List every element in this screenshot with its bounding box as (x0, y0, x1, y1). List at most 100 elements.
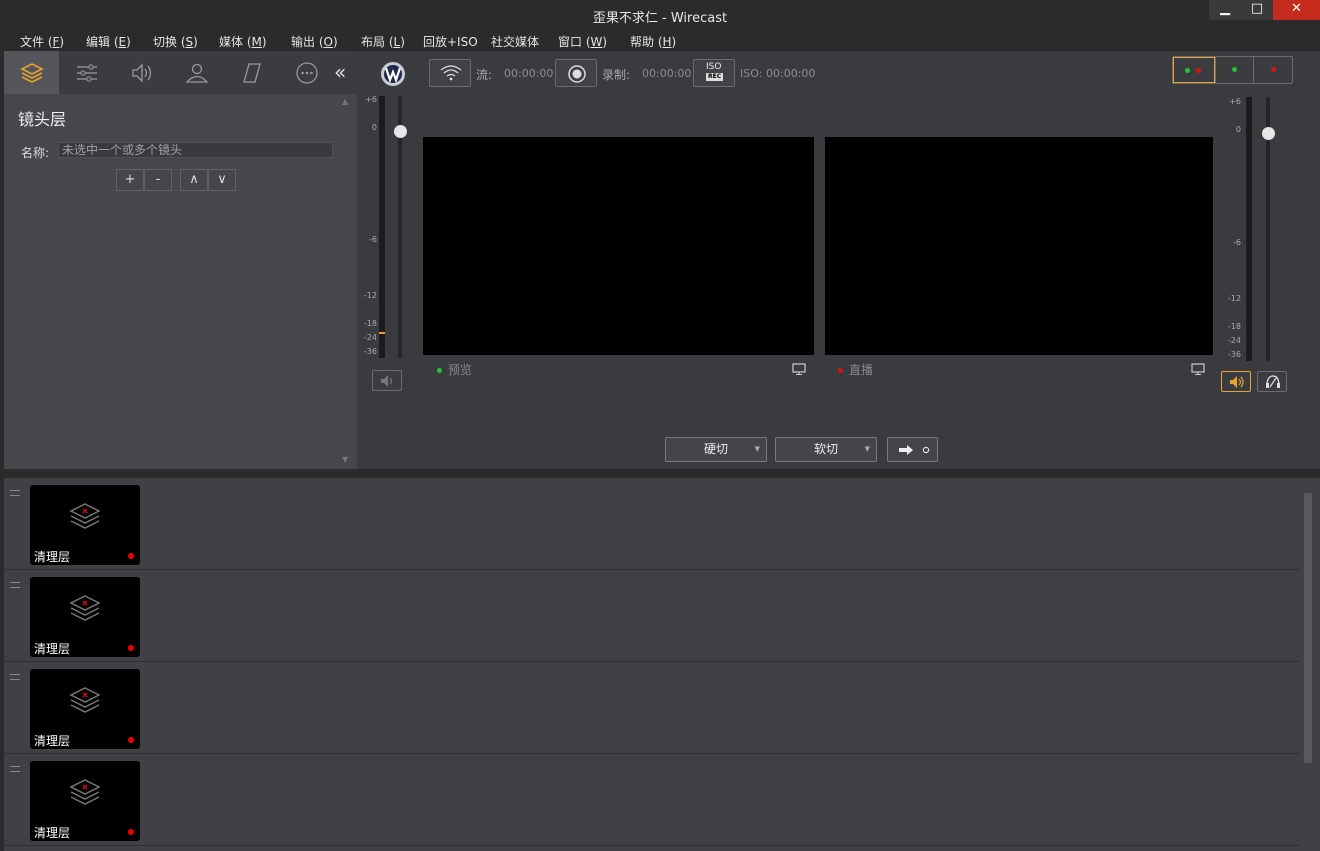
drag-handle-icon[interactable] (10, 490, 20, 496)
live-indicator-dot (128, 645, 134, 651)
meter-tick: 0 (1235, 125, 1241, 134)
minimize-button[interactable]: ▁ (1209, 0, 1241, 20)
status-preview-live[interactable] (1173, 57, 1215, 83)
preview-screen[interactable] (423, 137, 814, 355)
monitor-icon[interactable] (1191, 363, 1205, 375)
shot-thumbnail[interactable]: 清理层 (30, 761, 140, 841)
tab-person[interactable] (169, 51, 224, 94)
status-live[interactable] (1254, 57, 1292, 83)
clear-layer-icon (69, 779, 101, 805)
iso-icon-text: ISO (706, 62, 722, 72)
collapse-panel-button[interactable]: « (334, 60, 346, 84)
menu-window[interactable]: 窗口 (W) (558, 33, 607, 50)
move-up-button[interactable]: ∧ (180, 169, 208, 191)
meter-tick: 0 (371, 123, 377, 132)
chevron-down-icon[interactable]: ▼ (865, 438, 870, 460)
soft-cut-button[interactable]: 软切 ▼ (775, 437, 877, 462)
iso-time: 00:00:00 (766, 67, 816, 80)
preview-label: 预览 (437, 361, 472, 378)
shot-thumbnail[interactable]: 清理层 (30, 669, 140, 749)
menu-replay-iso[interactable]: 回放+ISO (423, 33, 478, 50)
menu-edit[interactable]: 编辑 (E) (86, 33, 131, 50)
shot-label: 清理层 (34, 642, 71, 656)
layers-icon (19, 62, 44, 83)
more-icon (295, 61, 318, 84)
audio-icon (131, 62, 151, 83)
meter-tick: -18 (363, 319, 377, 328)
name-field[interactable]: 未选中一个或多个镜头 (58, 142, 333, 158)
shot-label: 清理层 (34, 734, 71, 748)
program-volume-knob[interactable] (1262, 127, 1275, 140)
drag-handle-icon[interactable] (10, 582, 20, 588)
meter-tick: -36 (363, 347, 377, 356)
stream-button[interactable] (429, 59, 471, 87)
menu-social-media[interactable]: 社交媒体 (491, 33, 539, 50)
audio-meter-right (1246, 97, 1252, 361)
tab-sliders[interactable] (59, 51, 114, 94)
hard-cut-button[interactable]: 硬切 ▼ (665, 437, 767, 462)
status-dot-red (1196, 68, 1201, 73)
scroll-down-icon[interactable]: ▼ (342, 455, 348, 464)
layer-row: 清理层 (4, 478, 1300, 570)
status-preview[interactable] (1215, 57, 1254, 83)
shot-label: 清理层 (34, 826, 71, 840)
program-audio-button[interactable] (1221, 371, 1251, 392)
parallelogram-icon (242, 62, 261, 83)
drag-handle-icon[interactable] (10, 674, 20, 680)
tab-transform[interactable] (224, 51, 279, 94)
meter-tick: -6 (1233, 238, 1241, 247)
maximize-button[interactable]: □ (1241, 0, 1273, 20)
monitor-icon[interactable] (792, 363, 806, 375)
meter-tick: -18 (1227, 322, 1241, 331)
menu-layout[interactable]: 布局 (L) (361, 33, 405, 50)
arrow-right-icon (899, 445, 930, 455)
headphone-monitor-button[interactable] (1257, 371, 1287, 392)
move-down-button[interactable]: ∨ (208, 169, 236, 191)
go-transition-button[interactable] (887, 437, 938, 462)
tab-layers[interactable] (4, 51, 59, 94)
live-dot (838, 368, 843, 373)
audio-meter-left (379, 96, 385, 358)
meter-tick: -24 (1227, 336, 1241, 345)
shot-thumbnail[interactable]: 清理层 (30, 577, 140, 657)
menu-switch[interactable]: 切换 (S) (153, 33, 198, 50)
tab-audio[interactable] (114, 51, 169, 94)
close-button[interactable]: ✕ (1273, 0, 1320, 20)
meter-tick: -12 (363, 291, 377, 300)
meter-tick: -36 (1227, 350, 1241, 359)
tab-more[interactable] (279, 51, 334, 94)
layer-row: 清理层 (4, 570, 1300, 662)
scroll-up-icon[interactable]: ▲ (342, 97, 348, 106)
vertical-scrollbar[interactable] (1304, 493, 1312, 763)
live-screen[interactable] (825, 137, 1213, 355)
meter-tick: -6 (369, 235, 377, 244)
menu-output[interactable]: 输出 (O) (291, 33, 338, 50)
drag-handle-icon[interactable] (10, 766, 20, 772)
clear-layer-icon (69, 687, 101, 713)
clear-layer-icon (69, 503, 101, 529)
iso-record-button[interactable]: ISO REC (693, 59, 735, 87)
menu-media[interactable]: 媒体 (M) (219, 33, 267, 50)
preview-volume-knob[interactable] (394, 125, 407, 138)
status-dot-green (1232, 67, 1237, 72)
window-title: 歪果不求仁 - Wirecast (592, 11, 728, 26)
preview-dot (437, 368, 442, 373)
add-layer-button[interactable]: + (116, 169, 144, 191)
shot-label: 清理层 (34, 550, 71, 564)
preview-audio-button[interactable] (372, 370, 402, 391)
meter-tick: -24 (363, 333, 377, 342)
iso-rec-badge: REC (706, 73, 724, 81)
record-button[interactable] (555, 59, 597, 87)
remove-layer-button[interactable]: - (144, 169, 172, 191)
record-time: 00:00:00 (642, 67, 692, 80)
name-label: 名称: (21, 146, 50, 160)
meter-tick: -12 (1227, 294, 1241, 303)
live-label: 直播 (838, 361, 873, 378)
menu-help[interactable]: 帮助 (H) (630, 33, 676, 50)
menu-file[interactable]: 文件 (F) (20, 33, 64, 50)
shot-thumbnail[interactable]: 清理层 (30, 485, 140, 565)
panel-tab-bar: « (4, 51, 357, 94)
output-status-group (1172, 56, 1293, 84)
layer-panel: « 镜头层 名称: 未选中一个或多个镜头 + - ∧ ∨ ▲ ▼ (4, 51, 357, 469)
chevron-down-icon[interactable]: ▼ (755, 438, 760, 460)
